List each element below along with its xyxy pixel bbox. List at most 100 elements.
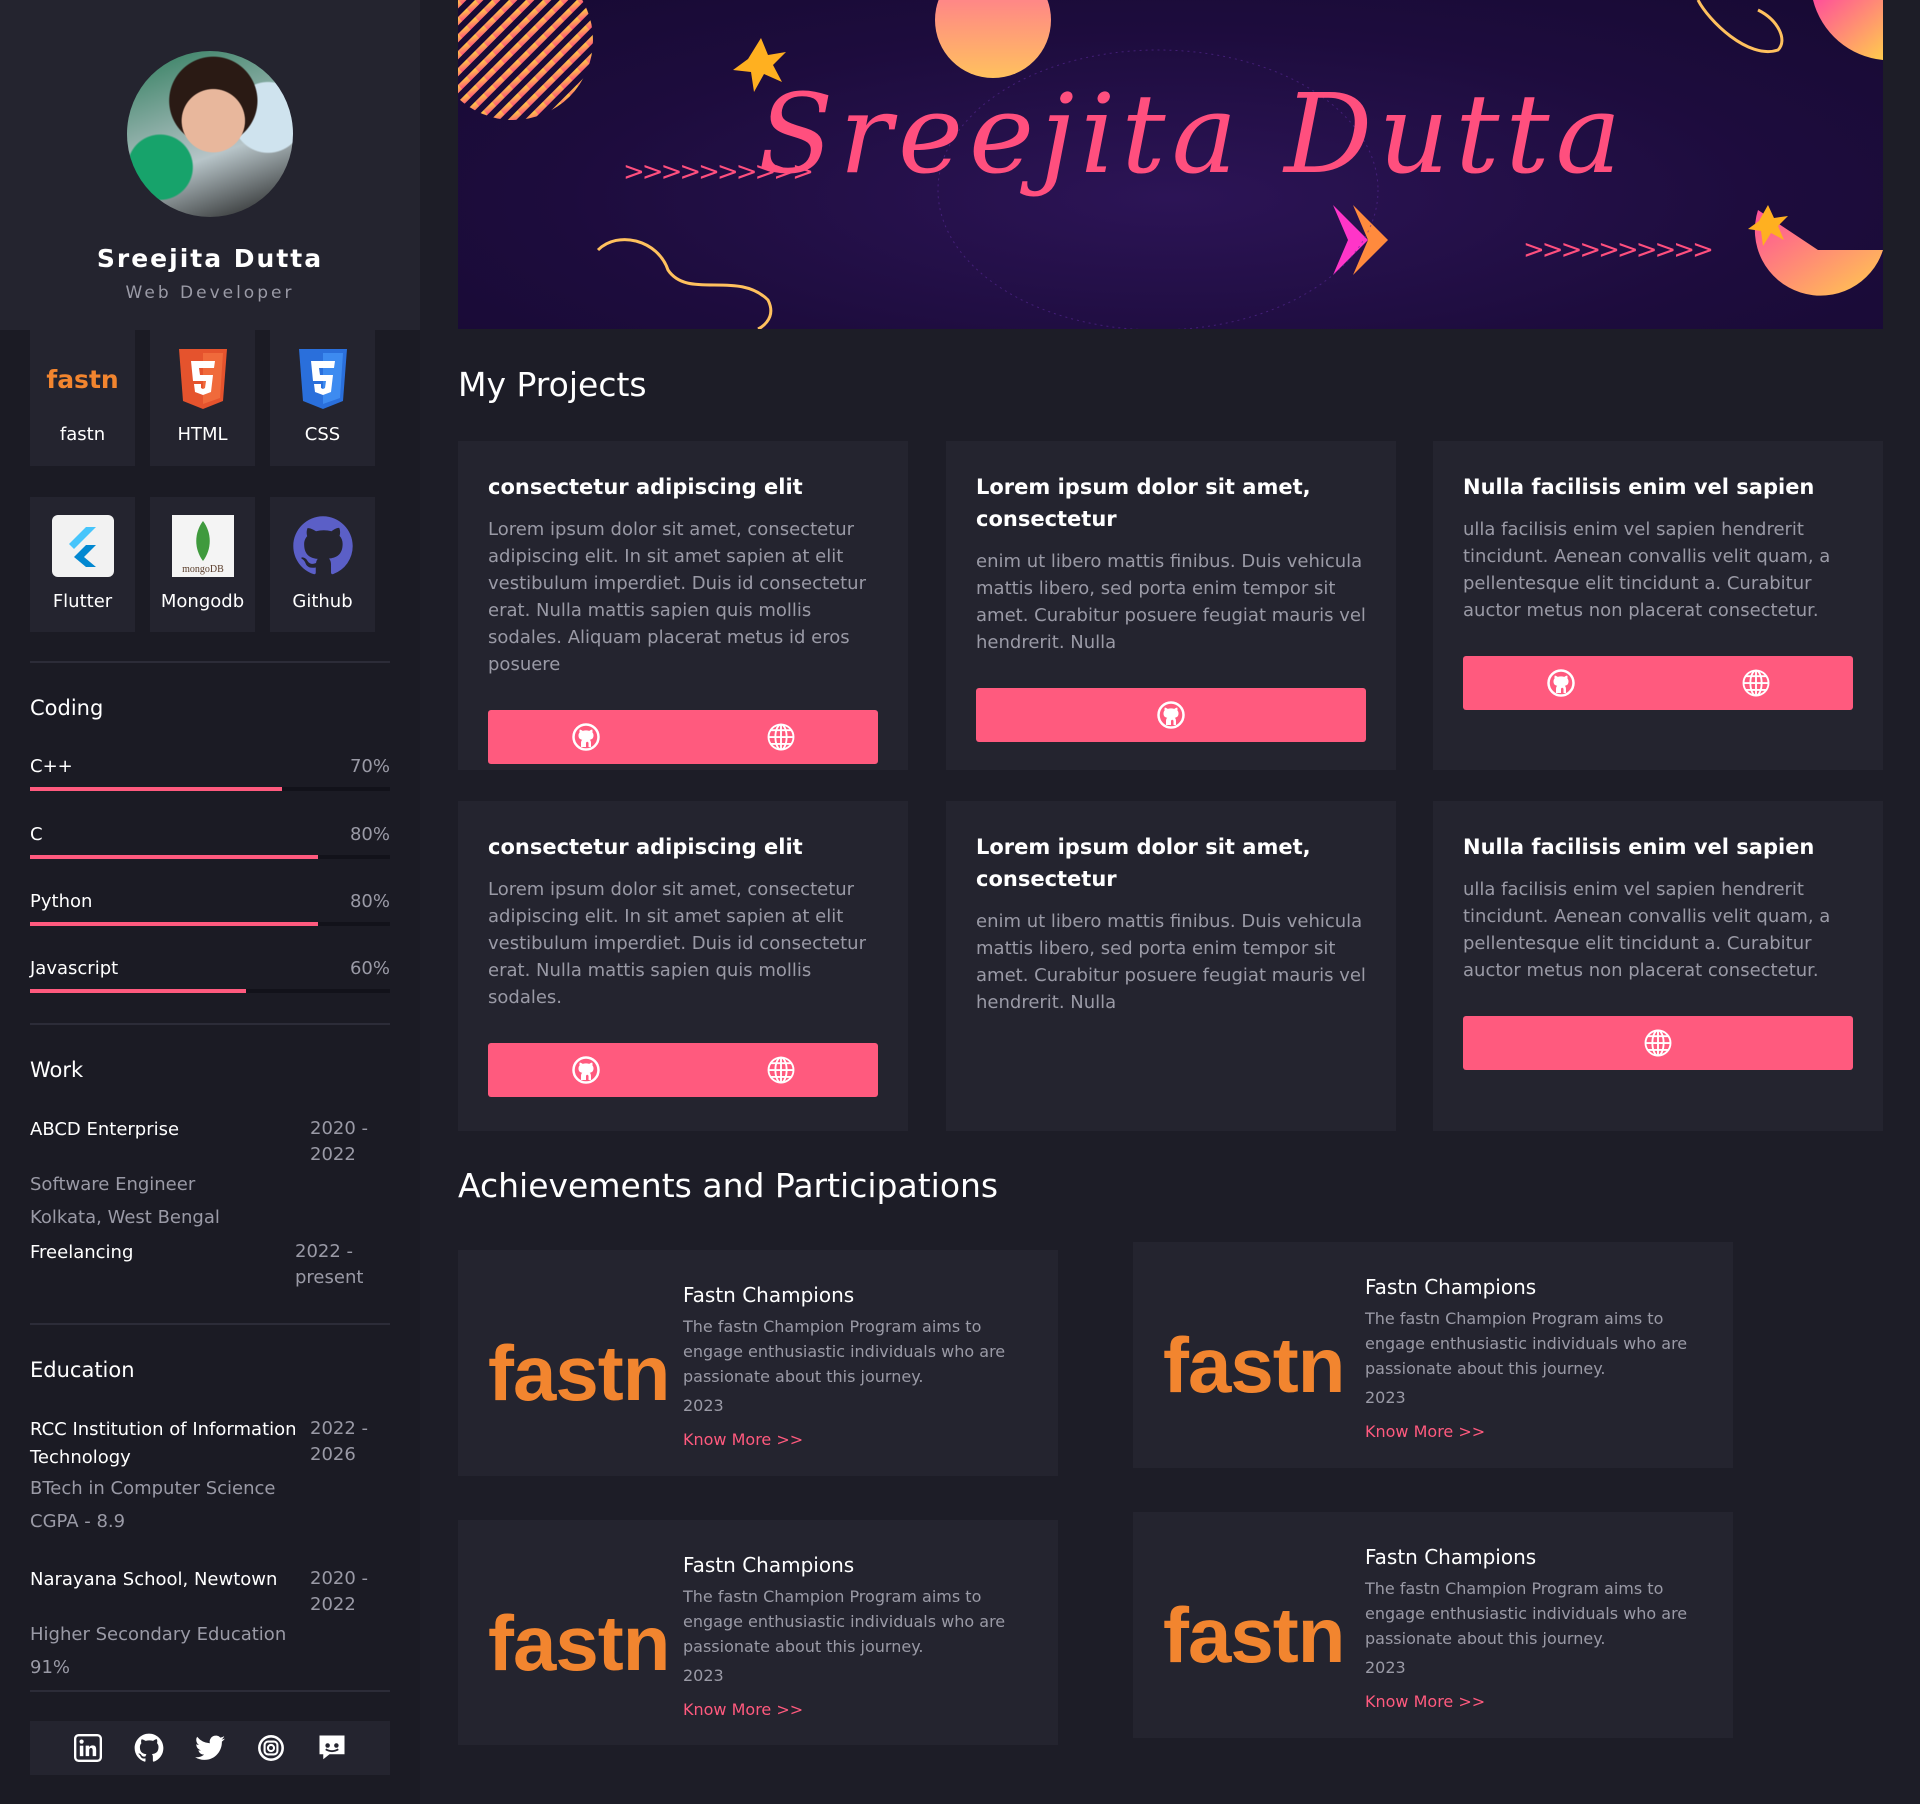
globe-icon[interactable]: [765, 1054, 797, 1086]
education-institution: Narayana School, Newtown: [30, 1569, 278, 1590]
project-title: Nulla facilisis enim vel sapien: [1463, 475, 1815, 499]
coding-bar-javascript: Javascript 60%: [30, 958, 390, 993]
skill-name: Python: [30, 891, 93, 912]
progress-track: [30, 787, 390, 791]
skill-label: Flutter: [52, 591, 113, 612]
github-icon[interactable]: [570, 721, 602, 753]
globe-icon[interactable]: [1740, 667, 1772, 699]
project-title: consectetur adipiscing elit: [488, 835, 803, 859]
mongodb-icon: mongoDB: [171, 515, 234, 577]
linkedin-icon[interactable]: [73, 1733, 103, 1763]
projects-title: My Projects: [458, 365, 647, 404]
avatar: [127, 51, 293, 217]
github-icon[interactable]: [570, 1054, 602, 1086]
achievement-card: fastn Fastn Champions The fastn Champion…: [1133, 1242, 1733, 1468]
achievement-year: 2023: [683, 1396, 724, 1415]
achievement-description: The fastn Champion Program aims to engag…: [683, 1587, 1006, 1656]
achievement-title: Fastn Champions: [683, 1553, 855, 1577]
achievements-title: Achievements and Participations: [458, 1166, 999, 1205]
project-card: Nulla facilisis enim vel sapien ulla fac…: [1433, 801, 1883, 1131]
divider: [30, 1323, 390, 1325]
skill-label: fastn: [59, 424, 106, 445]
achievement-year: 2023: [1365, 1388, 1406, 1407]
css3-icon: [292, 348, 354, 410]
profile-name: Sreejita Dutta: [96, 244, 324, 273]
achievement-title: Fastn Champions: [683, 1283, 855, 1307]
know-more-link[interactable]: Know More >>: [1365, 1422, 1715, 1441]
work-entry: Freelancing 2022 - present: [30, 1239, 390, 1291]
flutter-icon: [51, 515, 114, 577]
achievement-title: Fastn Champions: [1365, 1545, 1537, 1569]
github-icon[interactable]: [134, 1733, 164, 1763]
know-more-link[interactable]: Know More >>: [683, 1430, 1033, 1449]
skill-card-github[interactable]: Github: [270, 497, 375, 632]
skill-name: Javascript: [30, 958, 119, 979]
project-card: Lorem ipsum dolor sit amet, consectetur …: [946, 441, 1396, 770]
profile-card: Sreejita Dutta Web Developer: [0, 0, 420, 330]
work-entry: ABCD Enterprise 2020 - 2022 Software Eng…: [30, 1116, 390, 1234]
project-title: Lorem ipsum dolor sit amet, consectetur: [976, 835, 1311, 891]
achievement-description: The fastn Champion Program aims to engag…: [683, 1317, 1006, 1386]
discord-icon[interactable]: [317, 1733, 347, 1763]
skill-card-html[interactable]: HTML: [150, 330, 255, 466]
skill-card-css[interactable]: CSS: [270, 330, 375, 466]
skill-name: C: [30, 824, 43, 845]
project-description: enim ut libero mattis finibus. Duis vehi…: [976, 911, 1366, 1013]
skill-name: C++: [30, 756, 73, 777]
education-degree: BTech in Computer Science: [30, 1478, 276, 1499]
achievement-year: 2023: [683, 1666, 724, 1685]
progress-fill: [30, 922, 318, 926]
project-links: [488, 1043, 878, 1097]
fastn-logo: fastn: [1163, 1591, 1345, 1679]
education-years: 2020 - 2022: [310, 1568, 369, 1615]
instagram-icon[interactable]: [256, 1733, 286, 1763]
hero-signature: Sreejita Dutta: [758, 70, 1628, 198]
github-icon[interactable]: [1545, 667, 1577, 699]
achievement-title: Fastn Champions: [1365, 1275, 1537, 1299]
skill-label: HTML: [177, 424, 228, 445]
skill-card-fastn[interactable]: fastn fastn: [30, 330, 135, 466]
project-links: [976, 688, 1366, 742]
work-title: Work: [30, 1058, 84, 1082]
coding-bar-python: Python 80%: [30, 891, 390, 926]
project-card: Nulla facilisis enim vel sapien ulla fac…: [1433, 441, 1883, 770]
work-company: Freelancing: [30, 1242, 134, 1263]
achievement-card: fastn Fastn Champions The fastn Champion…: [458, 1250, 1058, 1476]
social-links: [30, 1721, 390, 1775]
skill-label: Mongodb: [160, 591, 245, 612]
know-more-link[interactable]: Know More >>: [1365, 1692, 1715, 1711]
education-grade: CGPA - 8.9: [30, 1511, 126, 1532]
work-position: Software Engineer: [30, 1174, 196, 1195]
work-years: 2020 - 2022: [310, 1118, 369, 1165]
divider: [30, 1023, 390, 1025]
fastn-logo: fastn: [1163, 1321, 1345, 1409]
globe-icon[interactable]: [765, 721, 797, 753]
skill-percent: 80%: [349, 891, 390, 912]
education-degree: Higher Secondary Education: [30, 1624, 287, 1645]
project-title: consectetur adipiscing elit: [488, 475, 803, 499]
profile-role: Web Developer: [125, 283, 295, 303]
project-description: ulla facilisis enim vel sapien hendrerit…: [1463, 519, 1831, 621]
work-company: ABCD Enterprise: [30, 1119, 180, 1140]
github-icon: [292, 515, 354, 577]
skills-grid: fastn fastn HTML CSS Flutter mongoDB Mon…: [30, 330, 390, 632]
skill-card-mongodb[interactable]: mongoDB Mongodb: [150, 497, 255, 632]
divider: [30, 661, 390, 663]
progress-track: [30, 855, 390, 859]
skill-percent: 60%: [349, 958, 390, 979]
skill-card-flutter[interactable]: Flutter: [30, 497, 135, 632]
skill-percent: 70%: [349, 756, 390, 777]
project-description: ulla facilisis enim vel sapien hendrerit…: [1463, 879, 1831, 981]
github-icon[interactable]: [1155, 699, 1187, 731]
progress-fill: [30, 855, 318, 859]
twitter-icon[interactable]: [195, 1733, 225, 1763]
achievement-year: 2023: [1365, 1658, 1406, 1677]
progress-fill: [30, 989, 246, 993]
coding-bar-c: C 80%: [30, 824, 390, 859]
know-more-link[interactable]: Know More >>: [683, 1700, 1033, 1719]
svg-text:mongoDB: mongoDB: [182, 564, 224, 575]
achievement-description: The fastn Champion Program aims to engag…: [1365, 1309, 1688, 1378]
progress-track: [30, 922, 390, 926]
globe-icon[interactable]: [1642, 1027, 1674, 1059]
education-institution: RCC Institution of Information Technolog…: [30, 1419, 297, 1468]
